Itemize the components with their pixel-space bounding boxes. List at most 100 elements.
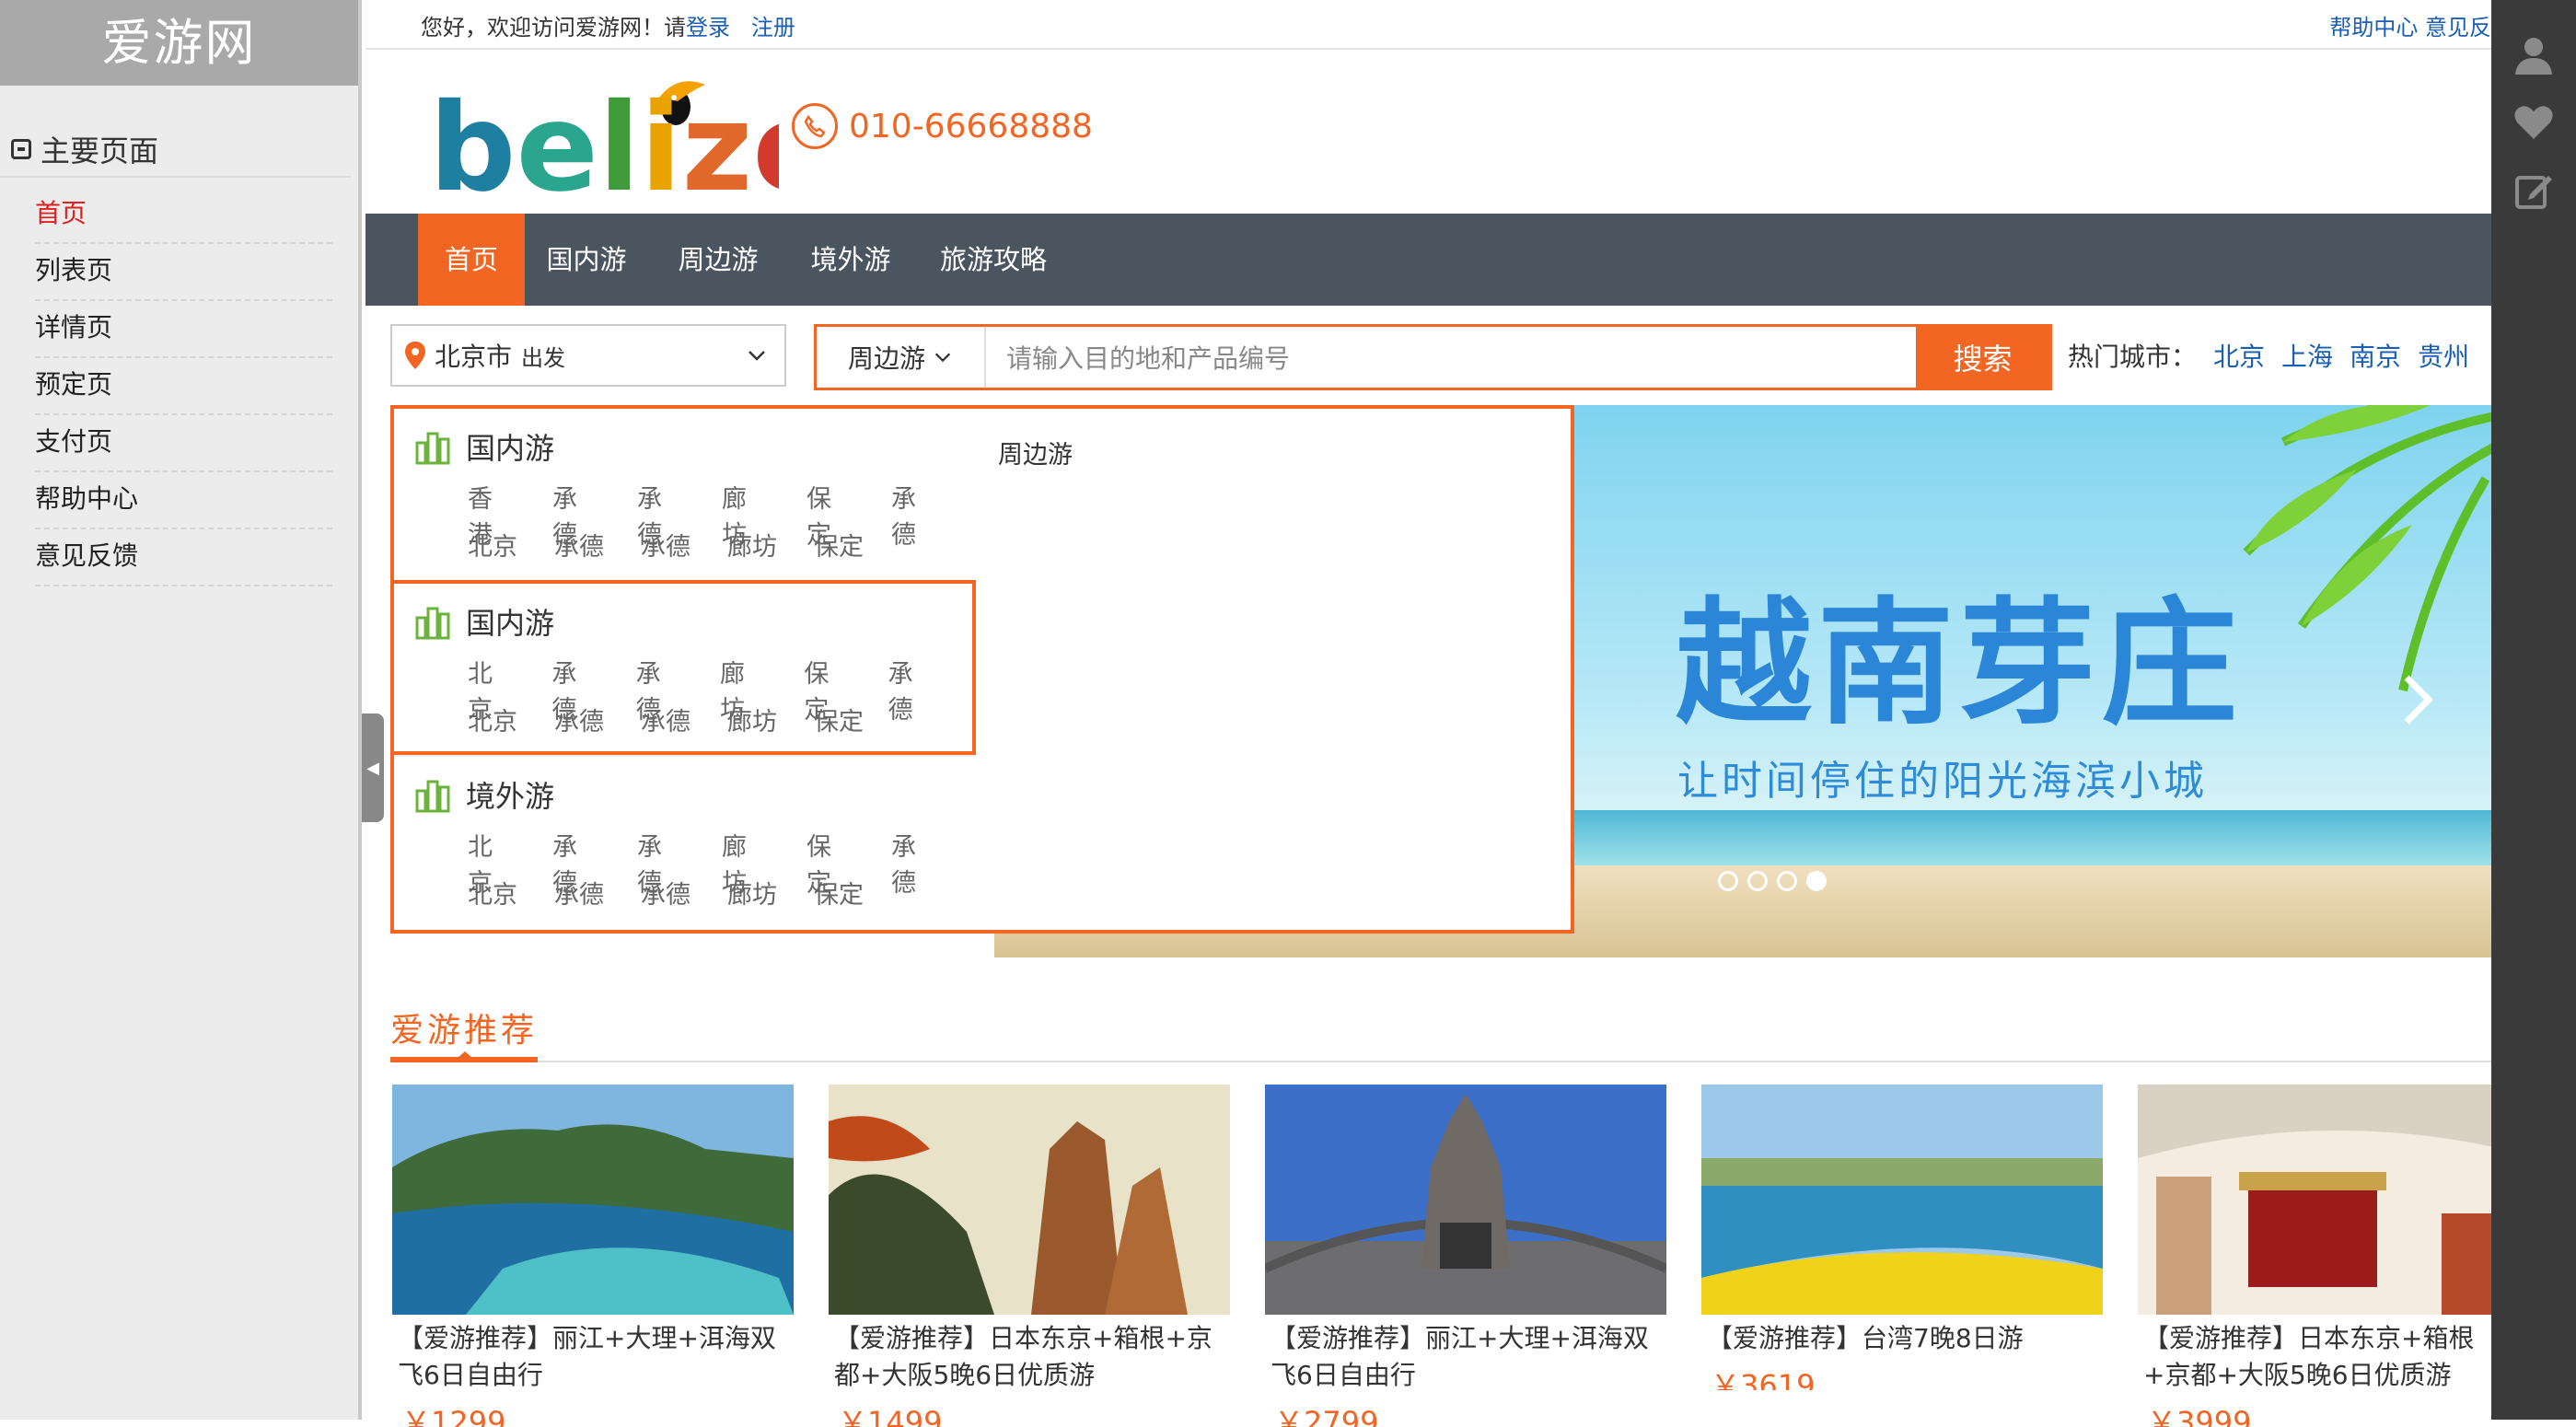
hot-cities-label: 热门城市： — [2068, 342, 2198, 372]
sidebar: 爱游网 主要页面 首页 列表页 详情页 预定页 支付页 帮助中心 意见反馈 — [0, 0, 362, 1420]
product-caption[interactable]: 【爱游推荐】丽江+大理+洱海双飞6日自由行 — [1265, 1320, 1666, 1394]
city-buildings-icon — [415, 780, 450, 813]
search-category-select[interactable]: 周边游 — [817, 327, 986, 388]
nav-overseas[interactable]: 境外游 — [800, 214, 901, 306]
product-image[interactable] — [829, 1085, 1230, 1315]
sidebar-menu-title-label: 主要页面 — [41, 133, 159, 168]
product-price: ￥2799 — [1274, 1405, 1379, 1427]
welcome-text: 您好，欢迎访问爱游网！请登录 注册 — [421, 9, 795, 41]
belize-logo[interactable]: belize — [429, 64, 835, 219]
destination-link[interactable]: 承德 — [554, 702, 604, 737]
sidebar-item-home[interactable]: 首页 — [35, 187, 332, 244]
destination-link[interactable]: 北京 — [468, 875, 517, 911]
sidebar-list: 首页 列表页 详情页 预定页 支付页 帮助中心 意见反馈 — [0, 187, 358, 586]
destination-link[interactable]: 保定 — [814, 527, 864, 563]
departure-city: 北京市 — [435, 342, 513, 372]
edit-icon[interactable] — [2491, 157, 2576, 225]
hot-cities: 热门城市： 北京 上海 南京 贵州 — [2068, 337, 2469, 374]
destination-link[interactable]: 保定 — [814, 702, 864, 737]
sidebar-item-booking[interactable]: 预定页 — [35, 358, 332, 415]
banner-dot-active[interactable] — [1806, 871, 1827, 891]
product-caption[interactable]: 【爱游推荐】台湾7晚8日游 — [1701, 1320, 2103, 1357]
destination-link[interactable]: 北京 — [468, 527, 517, 563]
product-card[interactable]: 【爱游推荐】台湾7晚8日游 ￥3619 — [1701, 1085, 2103, 1390]
product-image[interactable] — [2138, 1085, 2491, 1315]
heart-icon[interactable] — [2491, 88, 2576, 157]
banner-dot[interactable] — [1777, 871, 1797, 891]
product-caption[interactable]: 【爱游推荐】丽江+大理+洱海双飞6日自由行 — [392, 1320, 794, 1394]
sidebar-item-help[interactable]: 帮助中心 — [35, 472, 332, 529]
hot-city-link[interactable]: 贵州 — [2418, 337, 2469, 374]
product-price: ￥3619 — [1711, 1368, 1816, 1390]
sidebar-collapse-handle[interactable]: ◀ — [362, 714, 384, 822]
banner-title: 越南芽庄 — [1676, 583, 2243, 743]
dropdown-category-title: 国内游 — [466, 606, 555, 641]
right-toolbar — [2491, 0, 2576, 1420]
section-title-caret — [457, 1051, 473, 1059]
dropdown-destination-row: 北京 承德 承德 廊坊 保定 — [468, 702, 900, 737]
search-box: 周边游 请输入目的地和产品编号 搜索 — [814, 324, 2052, 390]
sidebar-item-detail[interactable]: 详情页 — [35, 301, 332, 358]
sidebar-item-payment[interactable]: 支付页 — [35, 415, 332, 472]
login-link[interactable]: 登录 — [686, 15, 730, 41]
product-image[interactable] — [1701, 1085, 2103, 1315]
destination-link[interactable]: 保定 — [814, 875, 864, 911]
dropdown-side-title: 周边游 — [998, 441, 1073, 470]
product-price: ￥3999 — [2147, 1405, 2252, 1427]
search-button[interactable]: 搜索 — [1916, 327, 2049, 388]
hot-city-link[interactable]: 上海 — [2281, 337, 2333, 374]
dropdown-category-selected[interactable]: 国内游 北京 承德 承德 廊坊 保定 承德 北京 承德 承德 廊坊 保定 — [394, 580, 976, 755]
destination-link[interactable]: 承德 — [641, 527, 690, 563]
sidebar-menu-title[interactable]: 主要页面 — [0, 122, 351, 178]
product-card[interactable]: 【爱游推荐】日本东京+箱根+京都+大阪5晚6日优质游 ￥3999 — [2138, 1085, 2491, 1427]
dropdown-category[interactable]: 境外游 北京 承德 承德 廊坊 保定 承德 北京 承德 承德 廊坊 保定 — [394, 755, 976, 930]
collapse-toggle-icon[interactable] — [11, 139, 31, 159]
product-price: ￥1499 — [838, 1405, 943, 1427]
product-card[interactable]: 【爱游推荐】丽江+大理+洱海双飞6日自由行 ￥1299 — [392, 1085, 794, 1427]
topbar: 您好，欢迎访问爱游网！请登录 注册 帮助中心 意见反 — [366, 0, 2491, 50]
help-feedback-links[interactable]: 帮助中心 意见反 — [2329, 9, 2491, 41]
sidebar-item-feedback[interactable]: 意见反馈 — [35, 529, 332, 586]
sidebar-brand: 爱游网 — [0, 0, 358, 86]
dropdown-category[interactable]: 国内游 香港 承德 承德 廊坊 保定 承德 北京 承德 承德 廊坊 保定 — [394, 409, 976, 584]
hot-city-link[interactable]: 北京 — [2213, 337, 2265, 374]
user-icon[interactable] — [2491, 20, 2576, 88]
destination-link[interactable]: 承德 — [641, 875, 690, 911]
destination-link[interactable]: 承德 — [554, 527, 604, 563]
register-link[interactable]: 注册 — [751, 15, 795, 41]
dropdown-category-header: 国内游 — [414, 425, 554, 468]
product-caption[interactable]: 【爱游推荐】日本东京+箱根+京都+大阪5晚6日优质游 — [829, 1320, 1230, 1394]
nav-guides[interactable]: 旅游攻略 — [929, 214, 1058, 306]
dropdown-category-header: 境外游 — [414, 773, 554, 816]
product-card[interactable]: 【爱游推荐】丽江+大理+洱海双飞6日自由行 ￥2799 — [1265, 1085, 1666, 1427]
destination-link[interactable]: 廊坊 — [727, 527, 777, 563]
city-buildings-icon — [415, 432, 450, 465]
product-image[interactable] — [392, 1085, 794, 1315]
hot-city-link[interactable]: 南京 — [2350, 337, 2401, 374]
nav-domestic[interactable]: 国内游 — [536, 214, 637, 306]
chevron-right-icon[interactable] — [2399, 672, 2436, 727]
section-title-recommend: 爱游推荐 — [390, 1012, 539, 1050]
phone-number: 010-66668888 — [792, 103, 1093, 149]
product-caption[interactable]: 【爱游推荐】日本东京+箱根+京都+大阪5晚6日优质游 — [2138, 1320, 2491, 1394]
location-pin-icon — [405, 342, 425, 369]
destination-link[interactable]: 承德 — [641, 702, 690, 737]
destination-link[interactable]: 廊坊 — [727, 875, 777, 911]
banner-pagination — [1718, 871, 1827, 891]
dropdown-destination-row: 北京 承德 承德 廊坊 保定 — [468, 527, 900, 563]
nav-nearby[interactable]: 周边游 — [667, 214, 769, 306]
destination-link[interactable]: 北京 — [468, 702, 517, 737]
banner-dot[interactable] — [1747, 871, 1768, 891]
destination-link[interactable]: 承德 — [554, 875, 604, 911]
dropdown-category-header: 国内游 — [414, 600, 554, 643]
nav-home[interactable]: 首页 — [418, 214, 525, 306]
departure-city-select[interactable]: 北京市 出发 — [390, 324, 786, 387]
destination-link[interactable]: 廊坊 — [727, 702, 777, 737]
banner-dot[interactable] — [1718, 871, 1738, 891]
product-card[interactable]: 【爱游推荐】日本东京+箱根+京都+大阪5晚6日优质游 ￥1499 — [829, 1085, 1230, 1427]
search-input[interactable]: 请输入目的地和产品编号 — [986, 327, 1916, 388]
product-image[interactable] — [1265, 1085, 1666, 1315]
sidebar-item-list[interactable]: 列表页 — [35, 244, 332, 301]
city-buildings-icon — [415, 607, 450, 640]
dropdown-category-title: 境外游 — [466, 779, 555, 814]
